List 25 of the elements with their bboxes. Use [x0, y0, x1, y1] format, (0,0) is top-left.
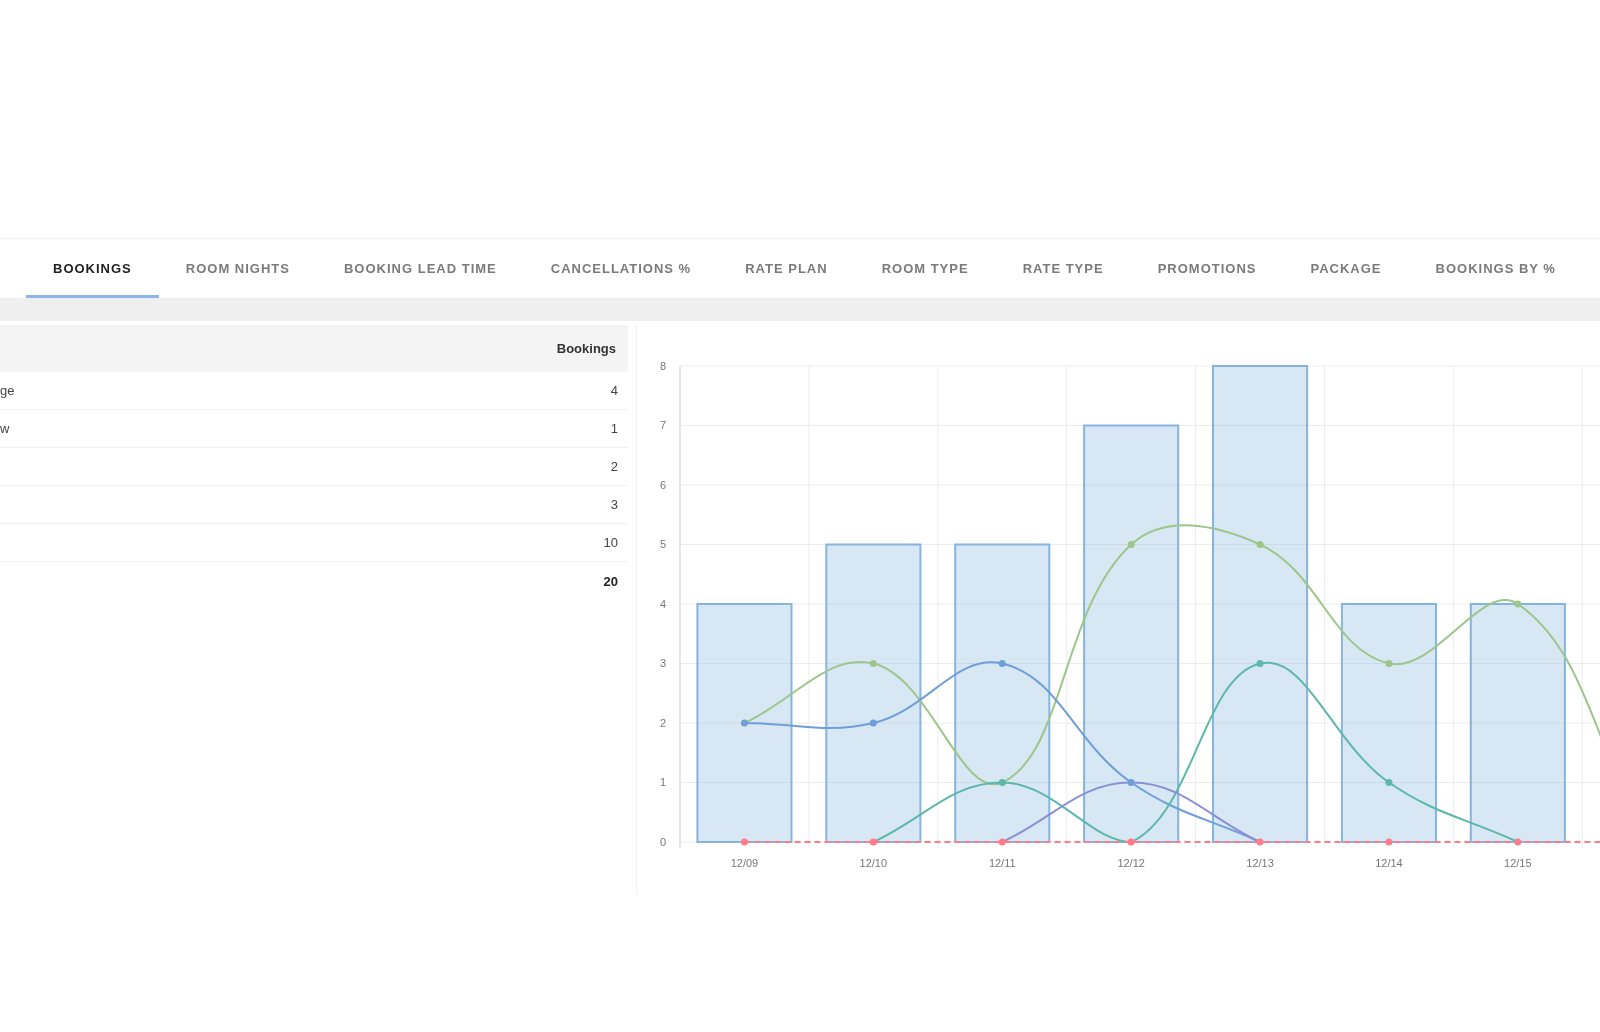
axis-label: 3	[659, 657, 666, 670]
axis-label: 8	[659, 360, 666, 372]
table-cell: w	[0, 421, 10, 436]
table-cell: 1	[610, 421, 618, 436]
axis-label: 6	[659, 479, 666, 491]
table-cell: 4	[610, 383, 618, 398]
axis-label: 4	[659, 598, 666, 610]
table-cell: 3	[610, 497, 618, 512]
axis-label: 12/11	[988, 857, 1016, 869]
table-cell: ge	[0, 383, 15, 398]
axis-label: 12/15	[1504, 857, 1532, 869]
table-cell: 2	[610, 459, 618, 474]
table-cell: 10	[603, 535, 618, 550]
table-cell: 20	[603, 573, 618, 589]
axis-label: 12/13	[1246, 857, 1274, 869]
axis-label: 0	[659, 836, 666, 848]
axis-label: 12/14	[1375, 857, 1403, 869]
axis-label: 12/12	[1117, 857, 1145, 869]
axis-label: 5	[659, 538, 666, 551]
axis-label: 12/09	[730, 857, 759, 869]
axis-label: 7	[659, 419, 666, 432]
axis-label: 2	[659, 717, 666, 729]
column-header: Bookings	[556, 341, 616, 356]
axis-label: 1	[659, 776, 666, 789]
axis-label: 12/10	[859, 857, 888, 869]
